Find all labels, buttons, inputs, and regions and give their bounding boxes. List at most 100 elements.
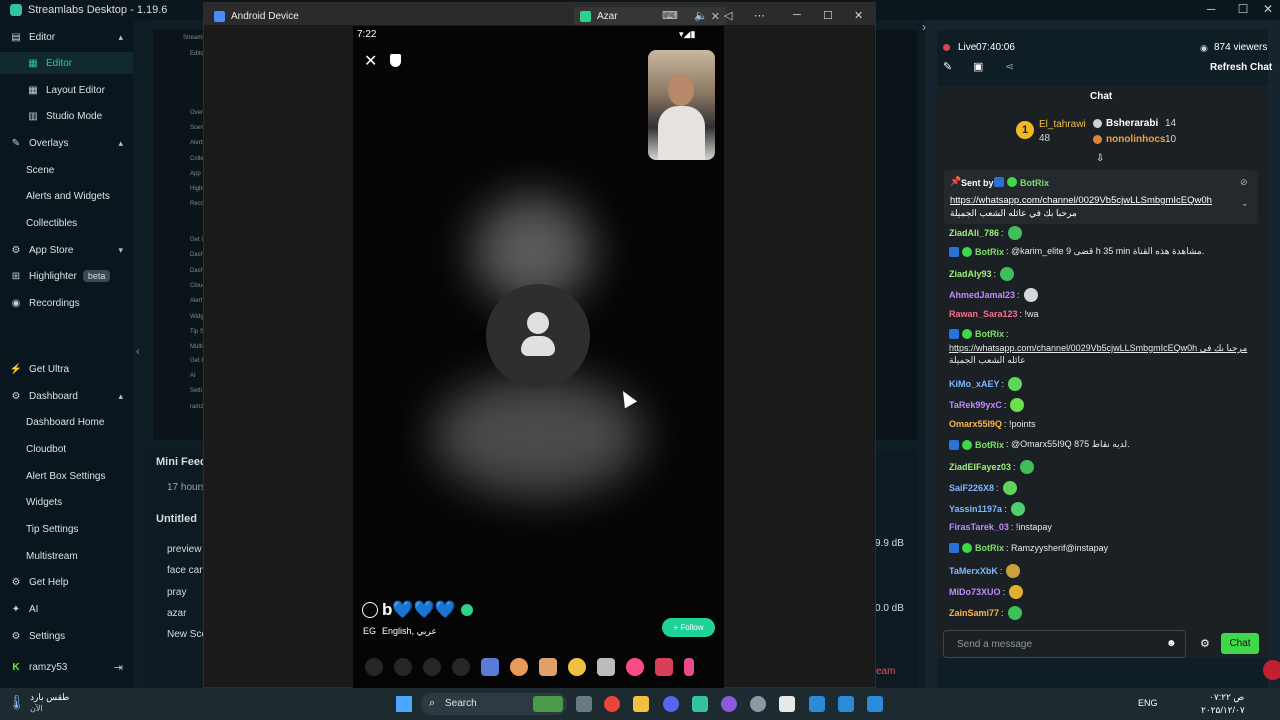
nav-overlays-group[interactable]: ✎ Overlays ▴ — [0, 132, 133, 154]
clock-app-icon[interactable] — [750, 696, 766, 712]
source-item[interactable]: preview — [167, 544, 201, 555]
more-gift-icon[interactable] — [684, 658, 694, 676]
minimize-icon[interactable]: ─ — [1203, 2, 1219, 16]
nav-alert-box-settings[interactable]: Alert Box Settings — [0, 465, 133, 487]
minimize-icon[interactable]: ─ — [793, 9, 801, 21]
keyboard-icon[interactable]: ⌨ — [662, 9, 678, 22]
discord-icon[interactable] — [663, 696, 679, 712]
file-explorer-icon[interactable] — [633, 696, 649, 712]
gift-icon[interactable] — [481, 658, 499, 676]
taskbar-search[interactable]: ⌕ Search — [421, 693, 567, 715]
chat-username[interactable]: ZainSami77 — [949, 608, 999, 618]
tab-android-device[interactable]: Android Device — [214, 7, 364, 25]
edit-icon[interactable]: ✎ — [943, 60, 952, 73]
maximize-icon[interactable]: ☐ — [823, 9, 833, 22]
heart-gift-icon[interactable] — [626, 658, 644, 676]
camera-icon[interactable] — [423, 658, 441, 676]
maximize-icon[interactable]: ☐ — [1235, 2, 1251, 16]
chat-username[interactable]: Omarx55I9Q — [949, 419, 1002, 429]
follow-button[interactable]: + Follow — [662, 618, 715, 637]
chat-username[interactable]: Yassin1197a — [949, 504, 1002, 514]
chat-username[interactable]: FirasTarek_03 — [949, 522, 1009, 532]
nav-ai[interactable]: ✦ AI — [0, 598, 133, 620]
nav-editor[interactable]: ▦ Editor — [0, 52, 133, 74]
nav-editor-group[interactable]: ▤ Editor ▴ — [0, 26, 133, 48]
send-chat-button[interactable]: Chat — [1221, 633, 1259, 654]
collapse-leaderboard-icon[interactable]: ⇩ — [1096, 153, 1104, 164]
unpin-icon[interactable]: ⊘ — [1240, 177, 1248, 188]
chat-username[interactable]: Rawan_Sara123 — [949, 309, 1018, 319]
chevron-right-icon[interactable]: › — [922, 20, 926, 34]
app-icon[interactable] — [867, 696, 883, 712]
chat-username[interactable]: TaRek99yxC — [949, 400, 1002, 410]
refresh-chat-button[interactable]: Refresh Chat — [1210, 62, 1272, 73]
chat-username[interactable]: TaMerxXbK — [949, 566, 998, 576]
nav-account[interactable]: Kramzy53 ⇥ — [0, 656, 133, 678]
source-item[interactable]: face can — [167, 565, 205, 576]
streamlabs-icon[interactable] — [692, 696, 708, 712]
clock-date[interactable]: ۲۰۲۵/۱۲/۰۷ — [1201, 705, 1245, 716]
settings-icon[interactable]: ⚙ — [1200, 637, 1210, 650]
nav-app-store[interactable]: ⚙ App Store ▾ — [0, 239, 133, 261]
chat-username[interactable]: KiMo_xAEY — [949, 379, 1000, 389]
pinned-link[interactable]: https://whatsapp.com/channel/0029Vb5cjwL… — [950, 195, 1212, 206]
source-item[interactable]: New Sce — [167, 629, 207, 640]
bunny-gift-icon[interactable] — [597, 658, 615, 676]
chat-bubble-icon[interactable] — [365, 658, 383, 676]
nav-cloudbot[interactable]: Cloudbot — [0, 438, 133, 460]
chat-username[interactable]: BotRix — [975, 247, 1004, 257]
popout-icon[interactable]: ▣ — [973, 60, 983, 73]
clock-time[interactable]: ۰۷:۲۲ ص — [1209, 692, 1244, 703]
chat-username[interactable]: ZiadElFayez03 — [949, 462, 1011, 472]
face-gift-icon[interactable] — [510, 658, 528, 676]
emoji-gift-icon[interactable] — [568, 658, 586, 676]
share-icon[interactable]: ⋖ — [1005, 60, 1014, 73]
chat-username[interactable]: BotRix — [975, 440, 1004, 450]
close-icon[interactable]: ✕ — [364, 51, 377, 71]
report-shield-icon[interactable] — [390, 54, 401, 67]
scene-collection-title[interactable]: Untitled — [156, 513, 197, 525]
switch-camera-icon[interactable] — [452, 658, 470, 676]
back-icon[interactable]: ◁ — [724, 9, 732, 22]
nav-multistream[interactable]: Multistream — [0, 545, 133, 567]
nav-get-help[interactable]: ⚙ Get Help — [0, 571, 133, 593]
source-item[interactable]: azar — [167, 608, 186, 619]
source-item[interactable]: pray — [167, 587, 186, 598]
nav-layout-editor[interactable]: ▦ Layout Editor — [0, 79, 133, 101]
nav-collectibles[interactable]: Collectibles — [0, 212, 133, 234]
more-icon[interactable]: ⋯ — [754, 9, 765, 22]
twitch-icon[interactable] — [721, 696, 737, 712]
nav-widgets[interactable]: Widgets — [0, 491, 133, 513]
chat-username[interactable]: ZiadAli_786 — [949, 228, 999, 238]
chat-username[interactable]: BotRix — [975, 329, 1004, 339]
chat-input[interactable]: Send a message ☻ — [943, 630, 1186, 658]
nav-get-ultra[interactable]: ⚡ Get Ultra — [0, 358, 133, 380]
magic-wand-icon[interactable] — [394, 658, 412, 676]
emoji-icon[interactable]: ☻ — [1166, 638, 1177, 649]
nav-alerts-widgets[interactable]: Alerts and Widgets — [0, 185, 133, 207]
app-icon[interactable] — [838, 696, 854, 712]
nav-recordings[interactable]: ◉ Recordings — [0, 292, 133, 314]
mini-feed-filter[interactable]: 17 hours — [167, 482, 206, 493]
app-icon[interactable] — [809, 696, 825, 712]
chevron-left-icon[interactable]: ‹ — [136, 346, 140, 358]
chat-username[interactable]: AhmedJamal23 — [949, 290, 1015, 300]
chrome-icon[interactable] — [604, 696, 620, 712]
document-icon[interactable] — [779, 696, 795, 712]
task-view-icon[interactable] — [576, 696, 592, 712]
profile-icon[interactable] — [362, 602, 378, 618]
rose-gift-icon[interactable] — [655, 658, 673, 676]
close-icon[interactable]: ✕ — [1260, 2, 1276, 16]
nav-dashboard-home[interactable]: Dashboard Home — [0, 411, 133, 433]
logout-icon[interactable]: ⇥ — [114, 661, 123, 674]
nav-scene[interactable]: Scene — [0, 159, 133, 181]
chat-username[interactable]: BotRix — [975, 543, 1004, 553]
chat-username[interactable]: SaiF226X8 — [949, 483, 994, 493]
pray-gift-icon[interactable] — [539, 658, 557, 676]
chevron-down-icon[interactable]: ⌄ — [1241, 198, 1249, 209]
chat-username[interactable]: MiDo73XUO — [949, 587, 1001, 597]
nav-studio-mode[interactable]: ▥ Studio Mode — [0, 105, 133, 127]
start-icon[interactable] — [396, 696, 412, 712]
close-icon[interactable]: ✕ — [854, 9, 863, 22]
nav-settings[interactable]: ⚙ Settings — [0, 625, 133, 647]
